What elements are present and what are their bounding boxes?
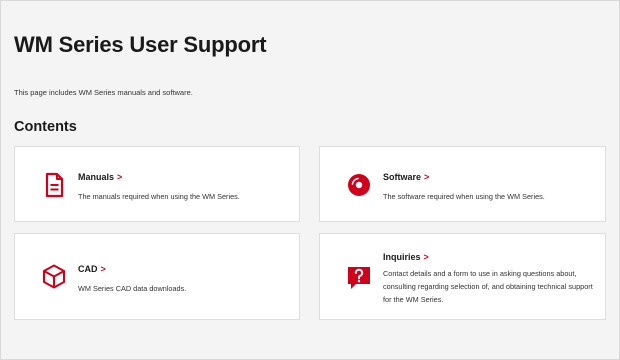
manuals-card[interactable]: Manuals > The manuals required when using… bbox=[14, 146, 300, 222]
software-link[interactable]: Software > bbox=[383, 172, 429, 182]
document-icon bbox=[45, 172, 64, 198]
software-title: Software bbox=[383, 172, 422, 182]
chevron-right-icon: > bbox=[100, 264, 106, 274]
cad-description: WM Series CAD data downloads. bbox=[78, 284, 187, 293]
manuals-link[interactable]: Manuals > bbox=[78, 172, 122, 182]
software-description: The software required when using the WM … bbox=[383, 192, 545, 201]
inquiries-card[interactable]: Inquiries > Contact details and a form to… bbox=[319, 233, 606, 320]
cube-icon bbox=[42, 264, 66, 289]
manuals-title: Manuals bbox=[78, 172, 115, 182]
chevron-right-icon: > bbox=[424, 172, 430, 182]
cad-title: CAD bbox=[78, 264, 98, 274]
disc-icon bbox=[348, 174, 370, 196]
inquiries-link[interactable]: Inquiries > bbox=[383, 252, 429, 262]
chevron-right-icon: > bbox=[117, 172, 123, 182]
cad-link[interactable]: CAD > bbox=[78, 264, 106, 274]
software-card[interactable]: Software > The software required when usi… bbox=[319, 146, 606, 222]
inquiries-title: Inquiries bbox=[383, 252, 421, 262]
question-bubble-icon bbox=[348, 267, 370, 289]
inquiries-description: Contact details and a form to use in ask… bbox=[383, 269, 593, 304]
chevron-right-icon: > bbox=[423, 252, 429, 262]
page-intro: This page includes WM Series manuals and… bbox=[14, 88, 193, 97]
manuals-description: The manuals required when using the WM S… bbox=[78, 192, 240, 201]
section-title-contents: Contents bbox=[14, 119, 77, 135]
cad-card[interactable]: CAD > WM Series CAD data downloads. bbox=[14, 233, 300, 320]
page-title: WM Series User Support bbox=[14, 32, 267, 57]
